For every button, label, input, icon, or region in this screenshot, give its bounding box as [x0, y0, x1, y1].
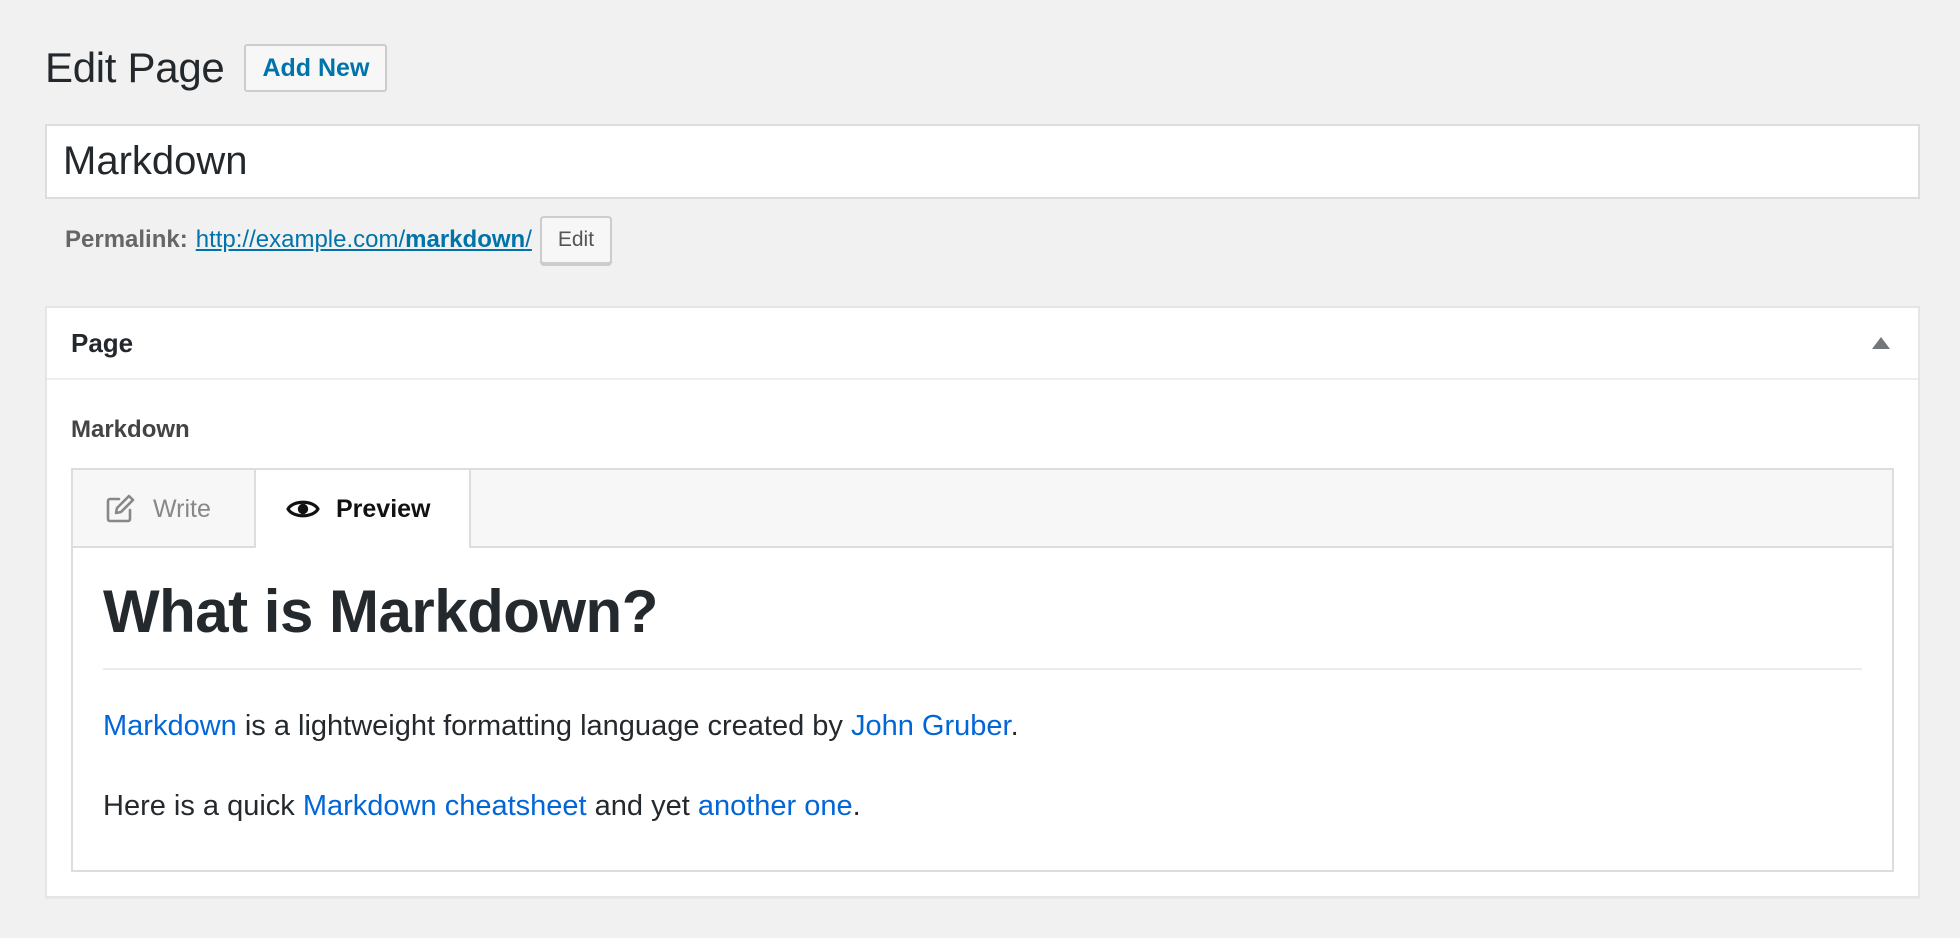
tab-preview-label: Preview — [336, 494, 431, 523]
page-postbox: Page Markdown Write Preview What is Mark… — [45, 306, 1920, 898]
postbox-header[interactable]: Page — [47, 308, 1918, 380]
page-header: Edit Page Add New — [45, 42, 388, 94]
preview-heading: What is Markdown? — [103, 576, 1862, 670]
paragraph-1-text-1: is a lightweight formatting language cre… — [236, 710, 851, 742]
permalink-link[interactable]: http://example.com/markdown/ — [196, 226, 532, 254]
tab-preview[interactable]: Preview — [256, 470, 471, 548]
permalink-base: http://example.com/ — [195, 226, 406, 253]
link-john-gruber[interactable]: John Gruber — [851, 710, 1011, 742]
tab-write-label: Write — [153, 494, 211, 523]
preview-paragraph-2: Here is a quick Markdown cheatsheet and … — [103, 786, 1862, 826]
permalink-row: Permalink: http://example.com/markdown/ … — [65, 216, 613, 264]
post-title-input[interactable] — [45, 124, 1920, 199]
editor-tabbar: Write Preview — [73, 470, 1892, 548]
markdown-field-label: Markdown — [71, 416, 190, 443]
tab-write[interactable]: Write — [73, 470, 256, 548]
permalink-trailing: / — [525, 226, 532, 253]
eye-icon — [286, 497, 320, 521]
edit-icon — [105, 494, 135, 524]
edit-slug-button[interactable]: Edit — [539, 216, 613, 264]
link-markdown-cheatsheet[interactable]: Markdown cheatsheet — [303, 790, 587, 822]
add-new-button[interactable]: Add New — [244, 44, 388, 92]
markdown-editor: Write Preview What is Markdown? Markdown… — [71, 468, 1894, 872]
link-markdown[interactable]: Markdown — [103, 710, 237, 742]
page-title: Edit Page — [45, 44, 225, 91]
preview-paragraph-1: Markdown is a lightweight formatting lan… — [103, 706, 1862, 746]
permalink-slug: markdown — [405, 226, 526, 253]
triangle-up-icon[interactable] — [1872, 337, 1890, 349]
paragraph-2-text-2: and yet — [586, 790, 698, 822]
link-another-one[interactable]: another one — [698, 790, 853, 822]
paragraph-2-text-3: . — [852, 790, 861, 822]
preview-pane: What is Markdown? Markdown is a lightwei… — [73, 548, 1892, 826]
paragraph-1-text-2: . — [1010, 710, 1019, 742]
permalink-label: Permalink: — [65, 226, 188, 253]
paragraph-2-text-1: Here is a quick — [103, 790, 303, 822]
postbox-title: Page — [71, 327, 134, 358]
